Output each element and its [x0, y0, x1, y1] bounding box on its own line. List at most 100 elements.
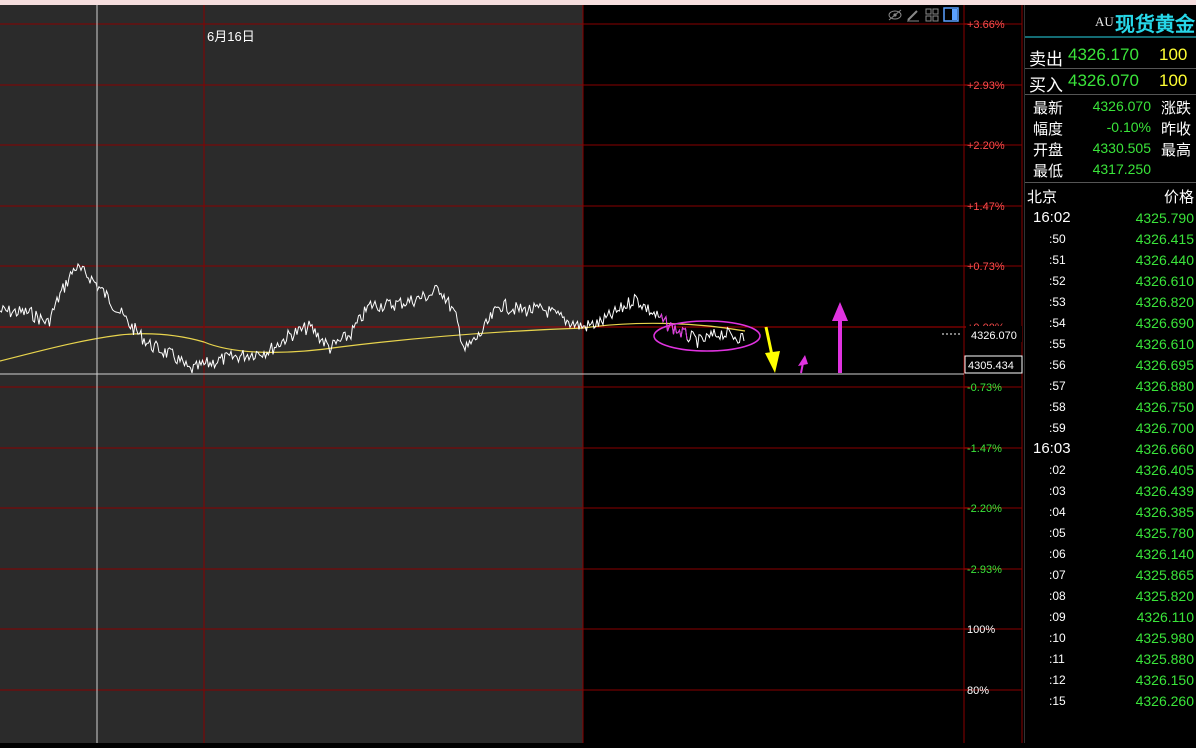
- tick-row[interactable]: 16:02 4325.790: [1025, 208, 1196, 229]
- tick-time: :57: [1049, 379, 1066, 393]
- tick-row[interactable]: :15 4326.260: [1025, 691, 1196, 712]
- tick-row[interactable]: :10 4325.980: [1025, 628, 1196, 649]
- tick-time: :04: [1049, 505, 1066, 519]
- tick-row[interactable]: :56 4326.695: [1025, 355, 1196, 376]
- tick-price: 4325.880: [1135, 651, 1194, 667]
- y-axis-label: -1.47%: [967, 443, 1002, 455]
- tick-row[interactable]: :57 4326.880: [1025, 376, 1196, 397]
- tick-row[interactable]: :58 4326.750: [1025, 397, 1196, 418]
- y-axis-label: 100%: [967, 624, 995, 636]
- stat-latest: 最新 4326.070 涨跌: [1033, 97, 1193, 117]
- tick-row[interactable]: :51 4326.440: [1025, 250, 1196, 271]
- tick-row[interactable]: :55 4326.610: [1025, 334, 1196, 355]
- tick-price: 4326.610: [1135, 336, 1194, 352]
- tick-row[interactable]: :52 4326.610: [1025, 271, 1196, 292]
- tick-time: :50: [1049, 232, 1066, 246]
- stat-label: 最低: [1033, 163, 1064, 180]
- tick-row[interactable]: :09 4326.110: [1025, 607, 1196, 628]
- tick-time: :12: [1049, 673, 1066, 687]
- time-column-header: 北京: [1027, 189, 1058, 206]
- stat-label: 最新: [1033, 100, 1064, 117]
- tick-price: 4325.820: [1135, 588, 1194, 604]
- stat-label: 幅度: [1033, 121, 1064, 138]
- instrument-code: AU: [1095, 14, 1114, 29]
- stat-label: 开盘: [1033, 142, 1064, 159]
- tick-time: :56: [1049, 358, 1066, 372]
- tick-row[interactable]: :54 4326.690: [1025, 313, 1196, 334]
- tick-time: :52: [1049, 274, 1066, 288]
- sell-label: 卖出: [1029, 50, 1063, 69]
- price-column-header: 价格: [1163, 189, 1194, 206]
- tick-row[interactable]: 16:03 4326.660: [1025, 439, 1196, 460]
- tick-time: :09: [1049, 610, 1066, 624]
- tick-time: :54: [1049, 316, 1066, 330]
- y-axis-label: +1.47%: [967, 201, 1005, 213]
- tick-price: 4326.750: [1135, 399, 1194, 415]
- chart-canvas[interactable]: 6月16日 +3.66%+2.93%+2.20%+1.47%+0.73%+0.0…: [0, 5, 1024, 743]
- tick-price: 4325.980: [1135, 630, 1194, 646]
- tick-row[interactable]: :59 4326.700: [1025, 418, 1196, 439]
- tick-price: 4326.415: [1135, 231, 1194, 247]
- sell-row[interactable]: 卖出 4326.170 100: [1025, 43, 1196, 69]
- tick-price: 4326.440: [1135, 252, 1194, 268]
- tick-time: 16:02: [1033, 209, 1071, 226]
- header-underline: [1025, 36, 1196, 38]
- tick-time: :51: [1049, 253, 1066, 267]
- stat-label: 昨收: [1161, 121, 1192, 138]
- date-label: 6月16日: [207, 29, 255, 44]
- y-axis-label: +2.20%: [967, 140, 1005, 152]
- tick-time: :55: [1049, 337, 1066, 351]
- instrument-name[interactable]: 现货黄金: [1115, 8, 1195, 37]
- tick-price: 4326.690: [1135, 315, 1194, 331]
- tick-row[interactable]: :03 4326.439: [1025, 481, 1196, 502]
- tick-time: :11: [1049, 652, 1065, 666]
- tick-time: :03: [1049, 484, 1066, 498]
- buy-quantity: 100: [1159, 71, 1188, 90]
- y-axis-label: -2.93%: [967, 564, 1002, 576]
- annotation-up-arrow-shaft: [838, 319, 842, 373]
- stat-value: 4330.505: [1092, 140, 1151, 156]
- buy-row[interactable]: 买入 4326.070 100: [1025, 69, 1196, 95]
- intraday-chart[interactable]: 6月16日 +3.66%+2.93%+2.20%+1.47%+0.73%+0.0…: [0, 5, 1024, 743]
- tick-time: :53: [1049, 295, 1066, 309]
- y-axis-label: +3.66%: [967, 19, 1005, 31]
- tick-price: 4326.660: [1135, 441, 1194, 457]
- tick-row[interactable]: :08 4325.820: [1025, 586, 1196, 607]
- stat-label: 最高: [1161, 142, 1192, 159]
- tick-row[interactable]: :02 4326.405: [1025, 460, 1196, 481]
- sell-quantity: 100: [1159, 45, 1188, 64]
- y-axis-label: +2.93%: [967, 80, 1005, 92]
- stat-value: 4317.250: [1092, 161, 1151, 177]
- quote-panel: AU 现货黄金 卖出 4326.170 100 买入 4326.070 100 …: [1024, 5, 1196, 743]
- y-axis-label: 80%: [967, 685, 989, 697]
- sell-price: 4326.170: [1068, 45, 1139, 64]
- tick-time: :08: [1049, 589, 1066, 603]
- divider: [1025, 182, 1196, 183]
- tick-row[interactable]: :11 4325.880: [1025, 649, 1196, 670]
- tick-row[interactable]: :06 4326.140: [1025, 544, 1196, 565]
- tick-price: 4326.150: [1135, 672, 1194, 688]
- y-axis-label: +0.73%: [967, 261, 1005, 273]
- tick-time: :15: [1049, 694, 1066, 708]
- tick-row[interactable]: :50 4326.415: [1025, 229, 1196, 250]
- tick-price: 4326.610: [1135, 273, 1194, 289]
- divider: [1025, 94, 1196, 95]
- stat-percent: 幅度 -0.10% 昨收: [1033, 118, 1193, 138]
- tick-price: 4326.695: [1135, 357, 1194, 373]
- tick-price: 4326.820: [1135, 294, 1194, 310]
- tick-row[interactable]: :07 4325.865: [1025, 565, 1196, 586]
- tick-row[interactable]: :04 4326.385: [1025, 502, 1196, 523]
- tick-row[interactable]: :53 4326.820: [1025, 292, 1196, 313]
- buy-price: 4326.070: [1068, 71, 1139, 90]
- tick-row[interactable]: :05 4325.780: [1025, 523, 1196, 544]
- tick-price: 4326.880: [1135, 378, 1194, 394]
- tick-time: :07: [1049, 568, 1066, 582]
- stat-open: 开盘 4330.505 最高: [1033, 139, 1193, 159]
- tick-price: 4325.865: [1135, 567, 1194, 583]
- tick-time: :10: [1049, 631, 1066, 645]
- tick-price: 4326.405: [1135, 462, 1194, 478]
- tick-price: 4325.780: [1135, 525, 1194, 541]
- tick-row[interactable]: :12 4326.150: [1025, 670, 1196, 691]
- buy-label: 买入: [1029, 76, 1063, 95]
- tick-time: :59: [1049, 421, 1066, 435]
